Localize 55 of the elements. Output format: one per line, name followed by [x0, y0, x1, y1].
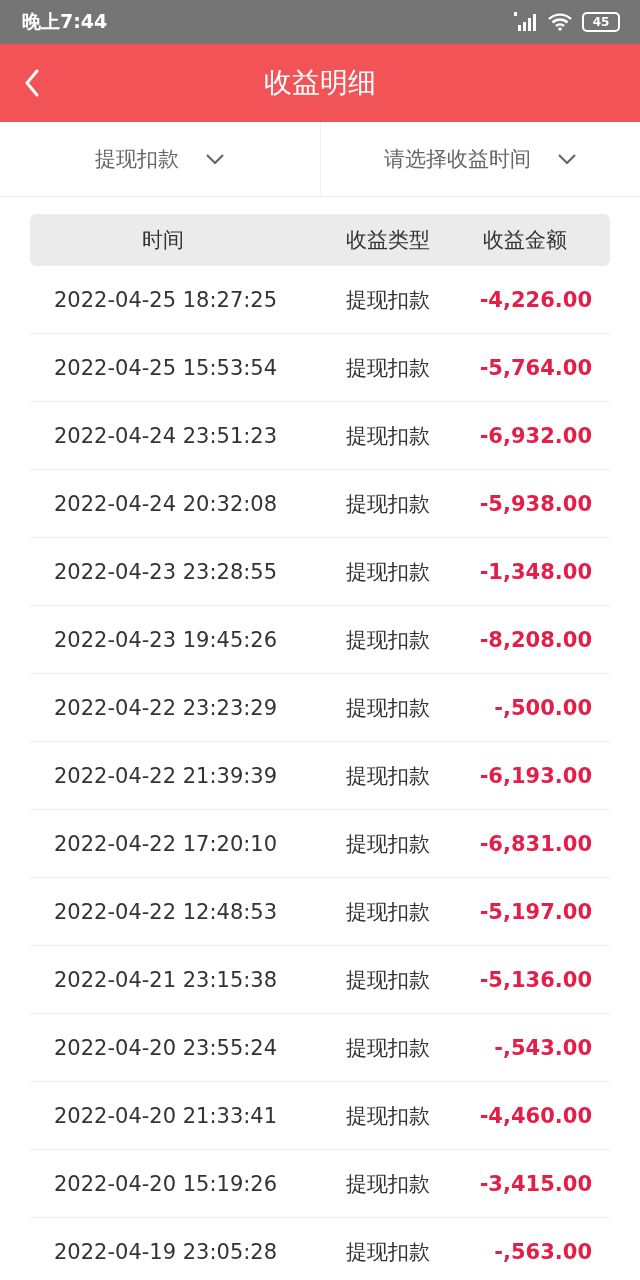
type-cell-text: 提现扣款 [344, 1034, 431, 1062]
type-cell-text: 提现扣款 [344, 830, 431, 858]
amount-cell-text: -6,831.00 [478, 831, 593, 856]
type-cell-text: 提现扣款 [344, 558, 431, 586]
type-cell-text: 提现扣款 [344, 286, 431, 314]
time-cell-text: 2022-04-22 17:20:10 [53, 831, 279, 856]
amount-cell-text: -,500.00 [493, 695, 593, 720]
column-header: 收益金额 [482, 227, 568, 254]
amount-cell-text: -,563.00 [493, 1239, 593, 1264]
time-cell-text: 2022-04-24 23:51:23 [53, 423, 279, 448]
type-cell-text: 提现扣款 [344, 898, 431, 926]
column-header: 收益类型 [344, 227, 431, 254]
time-cell-text: 2022-04-22 21:39:39 [53, 763, 279, 788]
wifi-icon [548, 13, 572, 31]
type-cell-text: 提现扣款 [344, 422, 431, 450]
chevron-down-icon [204, 153, 225, 165]
time-cell-text: 2022-04-23 19:45:26 [53, 627, 279, 652]
amount-cell-text: -8,208.00 [478, 627, 593, 652]
column-header: 时间 [140, 227, 185, 254]
type-cell-text: 提现扣款 [344, 1170, 431, 1198]
amount-cell-text: -4,460.00 [478, 1103, 593, 1128]
time-cell-text: 2022-04-20 21:33:41 [53, 1103, 279, 1128]
amount-cell-text: -6,932.00 [478, 423, 593, 448]
time-cell-text: 2022-04-22 23:23:29 [53, 695, 279, 720]
time-cell-text: 2022-04-21 23:15:38 [53, 967, 279, 992]
amount-cell-text: -4,226.00 [478, 287, 593, 312]
page-title: 收益明细 [264, 65, 376, 101]
signal-icon [514, 12, 538, 32]
amount-cell-text: -3,415.00 [478, 1171, 593, 1196]
type-cell-text: 提现扣款 [344, 1102, 431, 1130]
amount-cell-text: -1,348.00 [478, 559, 593, 584]
time-cell-text: 2022-04-20 23:55:24 [53, 1035, 279, 1060]
type-cell-text: 提现扣款 [344, 694, 431, 722]
amount-cell-text: -5,197.00 [478, 899, 593, 924]
type-cell-text: 提现扣款 [344, 626, 431, 654]
time-cell-text: 2022-04-20 15:19:26 [53, 1171, 279, 1196]
amount-cell-text: -5,136.00 [478, 967, 593, 992]
time-cell-text: 2022-04-24 20:32:08 [53, 491, 279, 516]
time-cell-text: 2022-04-25 15:53:54 [53, 355, 279, 380]
chevron-down-icon [556, 153, 577, 165]
amount-cell-text: -,543.00 [493, 1035, 593, 1060]
type-cell-text: 提现扣款 [344, 1238, 431, 1266]
time-cell-text: 2022-04-19 23:05:28 [53, 1239, 279, 1264]
battery-icon: 45 [582, 12, 620, 32]
type-cell-text: 提现扣款 [344, 966, 431, 994]
type-cell-text: 提现扣款 [344, 354, 431, 382]
time-cell-text: 2022-04-22 12:48:53 [53, 899, 279, 924]
amount-cell-text: -5,938.00 [478, 491, 593, 516]
time-cell-text: 2022-04-23 23:28:55 [53, 559, 279, 584]
amount-cell-text: -6,193.00 [478, 763, 593, 788]
status-time: 晚上7:44 [22, 9, 108, 34]
amount-cell-text: -5,764.00 [478, 355, 593, 380]
time-cell-text: 2022-04-25 18:27:25 [53, 287, 279, 312]
type-cell-text: 提现扣款 [344, 762, 431, 790]
type-cell-text: 提现扣款 [344, 490, 431, 518]
